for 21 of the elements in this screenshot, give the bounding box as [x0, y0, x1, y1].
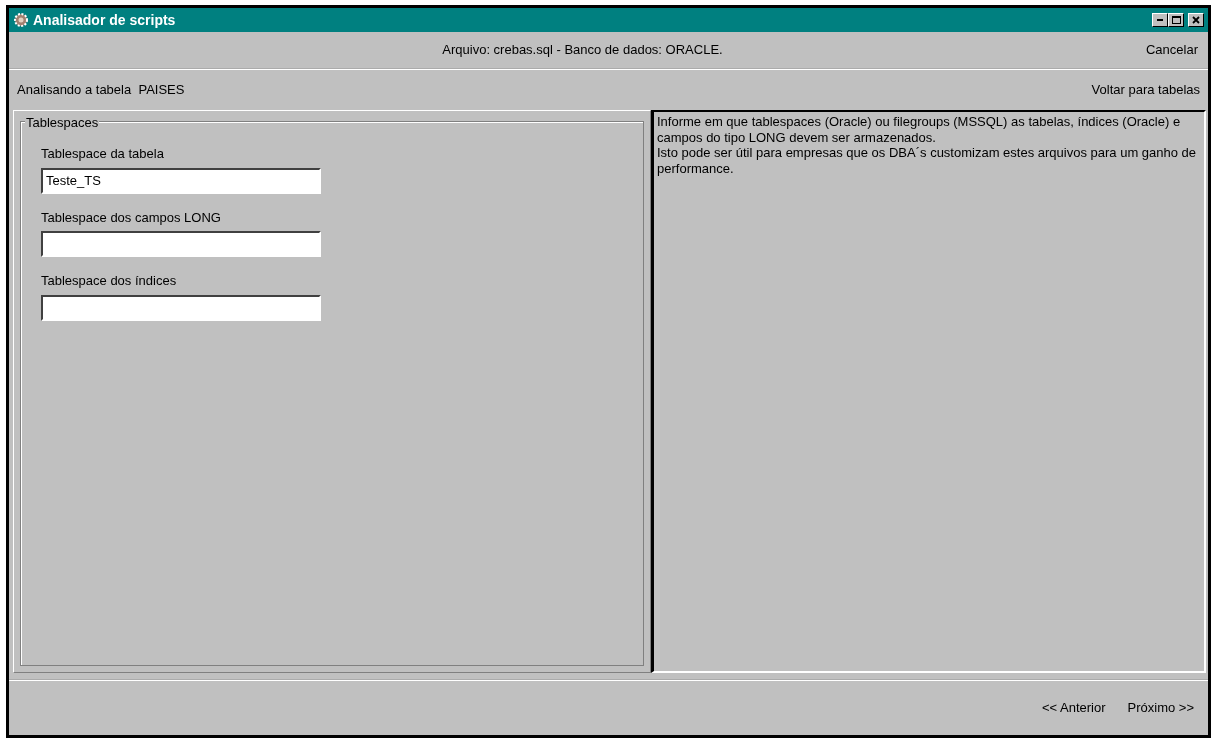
- close-button[interactable]: [1188, 13, 1204, 27]
- field-label: Tablespace dos campos LONG: [41, 208, 222, 227]
- back-link[interactable]: Voltar para tabelas: [1091, 80, 1200, 100]
- help-text: Informe em que tablespaces (Oracle) ou filegroups (MSSQL) as tabelas, índices (Oracle) e campos do tipo LONG devem ser armazenados. Isto pode ser útil para empresas que os DBA´s customizam estes arquivos para um ganho de performance.: [651, 110, 1206, 673]
- maximize-icon: [1171, 16, 1181, 24]
- input-field[interactable]: [41, 231, 321, 257]
- status-text: Analisando a tabela PAISES: [17, 81, 186, 100]
- minimize-button[interactable]: [1152, 13, 1168, 27]
- cancel-button[interactable]: Cancelar: [1145, 40, 1198, 60]
- minimize-icon: [1157, 19, 1163, 21]
- maximize-button[interactable]: [1168, 13, 1184, 27]
- close-icon: [1192, 16, 1200, 24]
- input-field[interactable]: Teste_TS: [41, 167, 321, 194]
- file-info: Arquivo: crebas.sql - Banco de dados: ORACLE.: [441, 41, 724, 60]
- next-button[interactable]: Próximo >>: [1127, 698, 1194, 718]
- gear-icon: [13, 12, 29, 28]
- window-title: Analisador de scripts: [33, 10, 176, 30]
- field-label: Tablespace da tabela: [41, 145, 165, 163]
- field-label: Tablespace dos índices: [41, 272, 178, 290]
- previous-button[interactable]: << Anterior: [1041, 698, 1106, 718]
- input-field[interactable]: [41, 294, 321, 321]
